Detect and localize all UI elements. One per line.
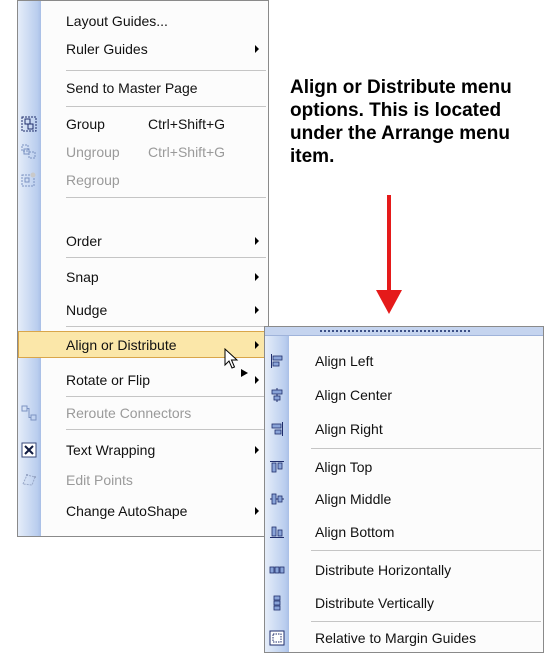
menu-item-edit-points[interactable]: Edit Points [18, 466, 268, 493]
menu-item-label: Change AutoShape [66, 502, 188, 519]
regroup-icon [21, 172, 36, 186]
submenu-drag-handle[interactable] [265, 327, 543, 336]
align-right-icon [271, 421, 283, 436]
reroute-connectors-icon [21, 405, 37, 420]
menu-separator [66, 70, 266, 71]
menu-item-rotate-or-flip[interactable]: Rotate or Flip [18, 366, 268, 393]
submenu-arrow-icon [255, 305, 259, 314]
menu-item-label: Align Left [315, 352, 374, 369]
submenu-arrow-icon [255, 272, 259, 281]
annotation-text: Align or Distribute menu options. This i… [290, 77, 512, 167]
relative-to-margin-guides-icon [269, 630, 285, 645]
menu-item-regroup[interactable]: Regroup [18, 166, 268, 193]
menu-item-relative-to-margin-guides[interactable]: Relative to Margin Guides [265, 624, 543, 651]
menu-item-label: Rotate or Flip [66, 371, 151, 388]
menu-item-label: Ruler Guides [66, 40, 148, 57]
submenu-pointer-icon [241, 369, 248, 377]
menu-item-label: Send to Master Page [66, 79, 198, 96]
align-middle-icon [270, 493, 284, 504]
menu-item-label: Align Bottom [315, 523, 395, 540]
menu-item-align-bottom[interactable]: Align Bottom [265, 518, 543, 545]
menu-item-ruler-guides[interactable]: Ruler Guides [18, 35, 268, 62]
menu-separator [66, 197, 266, 198]
menu-item-label: Order [66, 232, 102, 249]
menu-item-send-to-master-page[interactable]: Send to Master Page [18, 74, 268, 101]
menu-item-align-left[interactable]: Align Left [265, 347, 543, 374]
menu-item-align-center[interactable]: Align Center [265, 381, 543, 408]
menu-item-label: Distribute Vertically [315, 594, 435, 611]
menu-item-align-top[interactable]: Align Top [265, 453, 543, 480]
align-center-icon [271, 387, 283, 402]
ungroup-icon [21, 144, 36, 158]
menu-item-ungroup[interactable]: Ungroup Ctrl+Shift+G [18, 138, 268, 165]
annotation-arrow-icon [376, 290, 402, 314]
menu-item-snap[interactable]: Snap [18, 263, 268, 290]
menu-item-label: Distribute Horizontally [315, 561, 452, 578]
submenu-arrow-icon [255, 340, 259, 349]
submenu-arrow-icon [255, 236, 259, 245]
menu-item-label: Snap [66, 268, 99, 285]
drag-handle-dots-icon [320, 330, 470, 332]
menu-item-align-middle[interactable]: Align Middle [265, 485, 543, 512]
menu-separator [311, 550, 541, 551]
menu-item-distribute-vertically[interactable]: Distribute Vertically [265, 589, 543, 616]
menu-separator [66, 326, 266, 327]
menu-item-label: Align Top [315, 458, 373, 475]
group-icon [21, 116, 37, 131]
menu-item-group[interactable]: Group Ctrl+Shift+G [18, 110, 268, 137]
align-or-distribute-submenu: Align Left Align Center Align Right Alig… [264, 326, 544, 653]
menu-separator [66, 106, 266, 107]
menu-item-label: Edit Points [66, 471, 133, 488]
menu-item-label: Relative to Margin Guides [315, 629, 477, 646]
menu-item-label: Align Middle [315, 490, 392, 507]
menu-item-order[interactable]: Order [18, 227, 268, 254]
menu-separator [66, 257, 266, 258]
menu-item-nudge[interactable]: Nudge [18, 296, 268, 323]
align-left-icon [271, 353, 283, 368]
menu-item-label: Align Right [315, 420, 383, 437]
menu-item-label: Align or Distribute [66, 336, 177, 353]
edit-points-icon [22, 473, 36, 486]
menu-item-label: Ungroup [66, 143, 120, 160]
menu-separator [311, 448, 541, 449]
menu-separator [311, 621, 541, 622]
submenu-arrow-icon [255, 375, 259, 384]
submenu-arrow-icon [255, 44, 259, 53]
menu-item-text-wrapping[interactable]: Text Wrapping [18, 436, 268, 463]
arrange-context-menu: Layout Guides... Ruler Guides Send to Ma… [17, 0, 269, 537]
mouse-pointer-icon [224, 348, 239, 369]
menu-item-label: Group [66, 115, 105, 132]
text-wrapping-icon [21, 442, 37, 457]
menu-item-shortcut: Ctrl+Shift+G [148, 143, 226, 160]
submenu-arrow-icon [255, 506, 259, 515]
menu-item-label: Regroup [66, 171, 120, 188]
menu-item-align-right[interactable]: Align Right [265, 415, 543, 442]
distribute-horizontally-icon [269, 566, 285, 573]
menu-item-label: Align Center [315, 386, 393, 403]
distribute-vertically-icon [273, 595, 281, 610]
align-bottom-icon [270, 526, 284, 538]
menu-item-distribute-horizontally[interactable]: Distribute Horizontally [265, 556, 543, 583]
submenu-arrow-icon [255, 445, 259, 454]
menu-item-shortcut: Ctrl+Shift+G [148, 115, 226, 132]
menu-item-label: Text Wrapping [66, 441, 156, 458]
menu-item-change-autoshape[interactable]: Change AutoShape [18, 497, 268, 524]
align-top-icon [270, 460, 284, 472]
menu-item-layout-guides[interactable]: Layout Guides... [18, 7, 268, 34]
menu-separator [66, 429, 266, 430]
menu-item-label: Nudge [66, 301, 108, 318]
menu-item-label: Reroute Connectors [66, 404, 192, 421]
annotation-arrow-shaft [387, 195, 391, 293]
menu-item-reroute-connectors[interactable]: Reroute Connectors [18, 399, 268, 426]
menu-item-label: Layout Guides... [66, 12, 168, 29]
menu-separator [66, 396, 266, 397]
